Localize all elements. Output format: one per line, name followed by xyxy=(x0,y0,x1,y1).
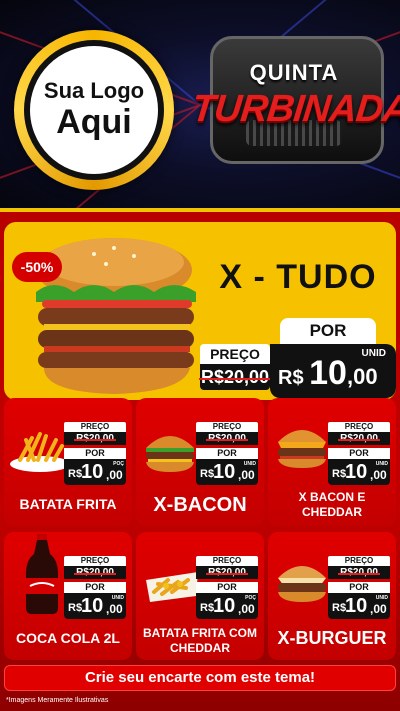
product-card[interactable]: PREÇO R$20,00 POR R$ 10,00 UNID X-BACON xyxy=(136,398,264,526)
price-box: PREÇO R$20,00 POR R$ 10,00 POÇ xyxy=(64,422,126,485)
badge-title: TURBINADA xyxy=(189,88,400,130)
burger-icon xyxy=(36,238,196,394)
discount-badge: -50% xyxy=(12,252,62,282)
product-name: X BACON E CHEDDAR xyxy=(298,490,366,519)
cheddar-fries-icon xyxy=(146,572,198,602)
product-card[interactable]: PREÇO R$20,00 POR R$ 10,00 UNID X-BURGUER xyxy=(268,532,396,660)
old-price: R$20,00 xyxy=(198,364,272,390)
badge-day: QUINTA xyxy=(249,60,339,85)
header-banner: Sua Logo Aqui QUINTA TURBINADA xyxy=(0,0,400,208)
price-int: 10 xyxy=(309,354,347,392)
disclaimer: *Imagens Meramente Ilustrativas xyxy=(6,697,109,704)
featured-offer[interactable]: -50% X - TUDO POR PREÇO R$20,00 UNID R$ … xyxy=(4,222,396,400)
price-box: PREÇO R$20,00 POR R$ 10,00 UNID xyxy=(196,422,258,485)
product-name: X-BURGUER xyxy=(277,628,387,648)
soda-bottle-icon xyxy=(26,534,58,614)
new-price-label: POR xyxy=(280,318,376,344)
burger-icon xyxy=(278,430,326,468)
product-card[interactable]: PREÇO R$20,00 POR R$ 10,00 POÇ BATATA FRIT… xyxy=(136,532,264,660)
price-cents: ,00 xyxy=(346,364,378,389)
product-name: X-BACON xyxy=(153,494,247,516)
price-box: PREÇO R$20,00 POR R$ 10,00 UNID xyxy=(328,422,390,485)
price-box: PREÇO R$20,00 POR R$ 10,00 UNID xyxy=(64,556,126,619)
price-box: PREÇO R$20,00 POR R$ 10,00 POÇ xyxy=(196,556,258,619)
new-price: UNID R$ 10,00 xyxy=(270,344,396,398)
product-name: BATATA FRITA xyxy=(19,496,117,512)
product-card[interactable]: PREÇO R$20,00 POR R$ 10,00 POÇ BATATA FRIT… xyxy=(4,398,132,526)
logo-line-1: Sua Logo xyxy=(43,78,145,103)
product-name: COCA COLA 2L xyxy=(16,630,120,646)
promo-badge: QUINTA TURBINADA xyxy=(190,30,400,170)
offers-area: -50% X - TUDO POR PREÇO R$20,00 UNID R$ … xyxy=(0,212,400,711)
burger-icon xyxy=(146,436,194,472)
burger-icon xyxy=(278,566,326,602)
old-price-label: PREÇO xyxy=(200,344,270,364)
product-card[interactable]: PREÇO R$20,00 POR R$ 10,00 UNID X BACON E … xyxy=(268,398,396,526)
cta-banner[interactable]: Crie seu encarte com este tema! xyxy=(4,665,396,691)
product-name: BATATA FRITA COM CHEDDAR xyxy=(143,626,257,655)
logo-placeholder[interactable]: Sua Logo Aqui xyxy=(24,40,164,180)
logo-line-2: Aqui xyxy=(56,103,132,141)
featured-product-name: X - TUDO xyxy=(219,258,377,296)
fries-icon xyxy=(10,432,70,472)
currency: R$ xyxy=(278,367,304,389)
product-card[interactable]: PREÇO R$20,00 POR R$ 10,00 UNID COCA COLA … xyxy=(4,532,132,660)
price-box: PREÇO R$20,00 POR R$ 10,00 UNID xyxy=(328,556,390,619)
